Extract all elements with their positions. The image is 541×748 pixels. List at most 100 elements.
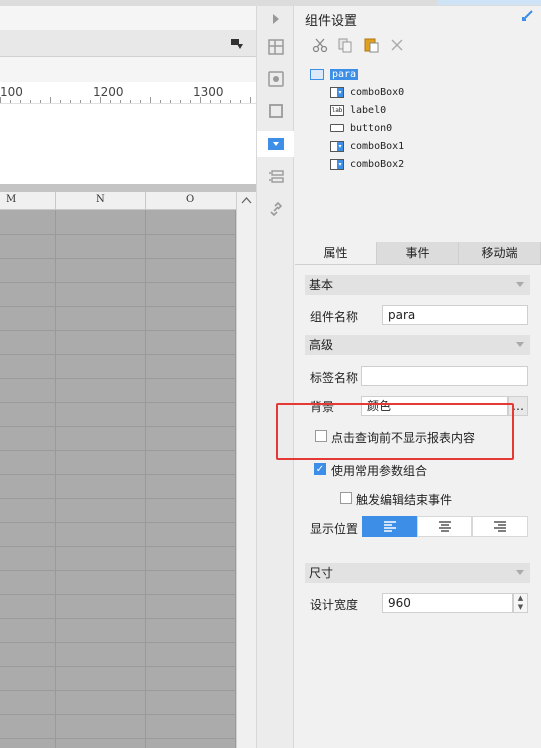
grid-row-line: [0, 618, 236, 619]
ruler-tick: [240, 100, 241, 103]
use-common-label: 使用常用参数组合: [331, 464, 428, 478]
chevron-down-icon: [516, 342, 524, 347]
widget-library-icon[interactable]: [257, 66, 295, 92]
vertical-scrollbar[interactable]: [236, 192, 256, 748]
column-label[interactable]: N: [96, 194, 105, 205]
section-basic[interactable]: 基本: [305, 275, 530, 295]
ruler-tick: [130, 100, 131, 103]
align-right-button[interactable]: [472, 516, 528, 537]
ruler-tick: [140, 100, 141, 103]
label-icon: lab: [330, 104, 344, 116]
tab-properties[interactable]: 属性: [295, 242, 377, 264]
design-canvas[interactable]: [0, 104, 256, 184]
tree-node-label: comboBox0: [350, 86, 405, 98]
chevron-down-icon: [516, 570, 524, 575]
align-left-button[interactable]: [362, 516, 417, 537]
tag-label: 标签名称: [310, 371, 359, 385]
link-icon[interactable]: [257, 196, 295, 222]
grid-column-line: [55, 210, 56, 748]
ruler-tick: [50, 97, 51, 103]
trigger-checkbox[interactable]: [340, 492, 352, 504]
tag-input[interactable]: [361, 366, 528, 386]
ruler-mark: 1300: [193, 85, 224, 99]
spreadsheet-grid[interactable]: [0, 210, 236, 748]
use-common-checkbox[interactable]: ✓: [314, 463, 326, 475]
component-settings-icon[interactable]: [257, 131, 295, 157]
grid-row-line: [0, 354, 236, 355]
width-input[interactable]: 960: [382, 593, 513, 613]
form-icon: [310, 68, 324, 80]
cut-icon[interactable]: [311, 36, 329, 54]
ruler-tick: [200, 97, 201, 103]
collapse-icon[interactable]: [230, 38, 244, 50]
tree-node-label: button0: [350, 122, 393, 134]
section-size[interactable]: 尺寸: [305, 563, 530, 583]
pin-icon[interactable]: [521, 8, 535, 22]
ruler-tick: [120, 100, 121, 103]
grid-row-line: [0, 570, 236, 571]
grid-row-line: [0, 234, 236, 235]
name-input[interactable]: para: [382, 305, 528, 325]
grid-row-line: [0, 426, 236, 427]
grid-row-line: [0, 594, 236, 595]
canvas-divider: [0, 184, 256, 192]
copy-icon[interactable]: [336, 36, 354, 54]
trigger-label: 触发编辑结束事件: [356, 493, 453, 507]
column-label[interactable]: O: [186, 194, 194, 205]
ruler-tick: [250, 97, 251, 103]
side-icon-strip: [256, 6, 295, 748]
section-title: 基本: [309, 278, 334, 292]
section-advanced[interactable]: 高级: [305, 335, 530, 355]
ruler-mark: 1200: [93, 85, 124, 99]
ruler-tick: [40, 100, 41, 103]
scroll-up-icon[interactable]: [241, 196, 252, 204]
no-show-label: 点击查询前不显示报表内容: [331, 431, 476, 445]
grid-row-line: [0, 714, 236, 715]
tree-node-para[interactable]: para: [310, 66, 359, 82]
tree-node-label: comboBox1: [350, 140, 405, 152]
grid-row-line: [0, 642, 236, 643]
stepper-down-icon[interactable]: ▼: [514, 603, 527, 612]
ruler-tick: [0, 97, 1, 103]
section-title: 尺寸: [309, 566, 334, 580]
ruler-tick: [90, 100, 91, 103]
column-label[interactable]: M: [6, 194, 16, 205]
ruler-tick: [20, 100, 21, 103]
grid-row-line: [0, 306, 236, 307]
stepper-up-icon[interactable]: ▲: [514, 594, 527, 603]
tab-mobile[interactable]: 移动端: [459, 242, 541, 264]
tab-events[interactable]: 事件: [377, 242, 459, 264]
grid-row-line: [0, 474, 236, 475]
layout-icon[interactable]: [257, 34, 295, 60]
ruler-tick: [210, 100, 211, 103]
chevron-down-icon: [516, 282, 524, 287]
designer-toolbar: [0, 30, 256, 57]
tree-node-combobox1[interactable]: comboBox1: [330, 138, 404, 154]
button-icon: [330, 124, 344, 132]
align-center-button[interactable]: [417, 516, 472, 537]
tree-node-combobox0[interactable]: comboBox0: [330, 84, 404, 100]
tree-node-label0[interactable]: lab label0: [330, 102, 386, 118]
expand-arrow-icon[interactable]: [257, 6, 295, 32]
delete-icon[interactable]: [388, 36, 406, 54]
align-left-icon: [383, 520, 396, 532]
grid-row-line: [0, 258, 236, 259]
tree-node-label: comboBox2: [350, 158, 405, 170]
no-show-checkbox[interactable]: [315, 430, 327, 442]
ruler-tick: [30, 100, 31, 103]
grid-column-line: [145, 210, 146, 748]
width-stepper[interactable]: ▲ ▼: [513, 593, 528, 613]
tree-node-label: label0: [350, 104, 387, 116]
grid-row-line: [0, 666, 236, 667]
ruler-tick: [60, 100, 61, 103]
panel-title: 组件设置: [305, 14, 358, 29]
tree-node-button0[interactable]: button0: [330, 120, 392, 136]
align-center-icon: [438, 520, 451, 532]
list-icon[interactable]: [257, 164, 295, 190]
grid-row-line: [0, 330, 236, 331]
paste-icon[interactable]: [362, 36, 380, 54]
combobox-icon: [330, 86, 344, 98]
frame-icon[interactable]: [257, 98, 295, 124]
tree-node-combobox2[interactable]: comboBox2: [330, 156, 404, 172]
ruler-tick: [80, 100, 81, 103]
